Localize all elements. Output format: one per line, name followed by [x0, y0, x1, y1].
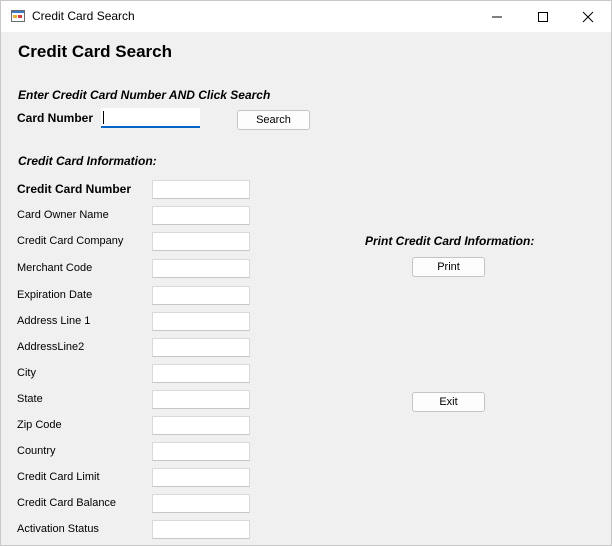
field-label-address-line-2: AddressLine2	[17, 341, 85, 353]
field-label-state: State	[17, 393, 43, 405]
field-address-line-2[interactable]	[152, 338, 250, 357]
field-credit-card-limit[interactable]	[152, 468, 250, 487]
print-button[interactable]: Print	[412, 257, 485, 277]
field-zip-code[interactable]	[152, 416, 250, 435]
field-label-zip-code: Zip Code	[17, 419, 62, 431]
field-expiration-date[interactable]	[152, 286, 250, 305]
field-label-credit-card-number: Credit Card Number	[17, 182, 132, 196]
field-label-credit-card-limit: Credit Card Limit	[17, 471, 100, 483]
field-address-line-1[interactable]	[152, 312, 250, 331]
maximize-button[interactable]	[520, 1, 566, 32]
print-info-title: Print Credit Card Information:	[365, 234, 535, 248]
search-instruction: Enter Credit Card Number AND Click Searc…	[18, 88, 271, 102]
card-number-label: Card Number	[17, 111, 94, 125]
close-button[interactable]	[565, 1, 611, 32]
exit-button[interactable]: Exit	[412, 392, 485, 412]
field-activation-status[interactable]	[152, 520, 250, 539]
field-label-merchant-code: Merchant Code	[17, 262, 93, 274]
credit-card-search-window: Credit Card Search Credit Card Search En…	[0, 0, 612, 546]
credit-card-info-title: Credit Card Information:	[18, 154, 157, 168]
minimize-icon	[492, 16, 502, 17]
text-caret	[103, 111, 104, 124]
field-label-city: City	[17, 367, 36, 379]
card-number-input[interactable]	[101, 108, 200, 128]
field-credit-card-balance[interactable]	[152, 494, 250, 513]
field-label-card-owner-name: Card Owner Name	[17, 209, 109, 221]
field-credit-card-number[interactable]	[152, 180, 250, 199]
field-label-expiration-date: Expiration Date	[17, 289, 93, 301]
field-card-owner-name[interactable]	[152, 206, 250, 225]
field-label-credit-card-balance: Credit Card Balance	[17, 497, 117, 509]
app-form-icon	[11, 10, 25, 22]
search-button[interactable]: Search	[237, 110, 310, 130]
field-label-credit-card-company: Credit Card Company	[17, 235, 124, 247]
page-heading: Credit Card Search	[18, 42, 172, 61]
field-label-activation-status: Activation Status	[17, 523, 99, 535]
field-country[interactable]	[152, 442, 250, 461]
maximize-icon	[538, 11, 548, 22]
window-title: Credit Card Search	[32, 9, 135, 23]
title-bar[interactable]: Credit Card Search	[1, 1, 611, 32]
minimize-button[interactable]	[474, 1, 520, 32]
field-merchant-code[interactable]	[152, 259, 250, 278]
field-label-country: Country	[17, 445, 56, 457]
field-label-address-line-1: Address Line 1	[17, 315, 91, 327]
field-state[interactable]	[152, 390, 250, 409]
close-icon	[582, 11, 594, 22]
field-credit-card-company[interactable]	[152, 232, 250, 251]
field-city[interactable]	[152, 364, 250, 383]
